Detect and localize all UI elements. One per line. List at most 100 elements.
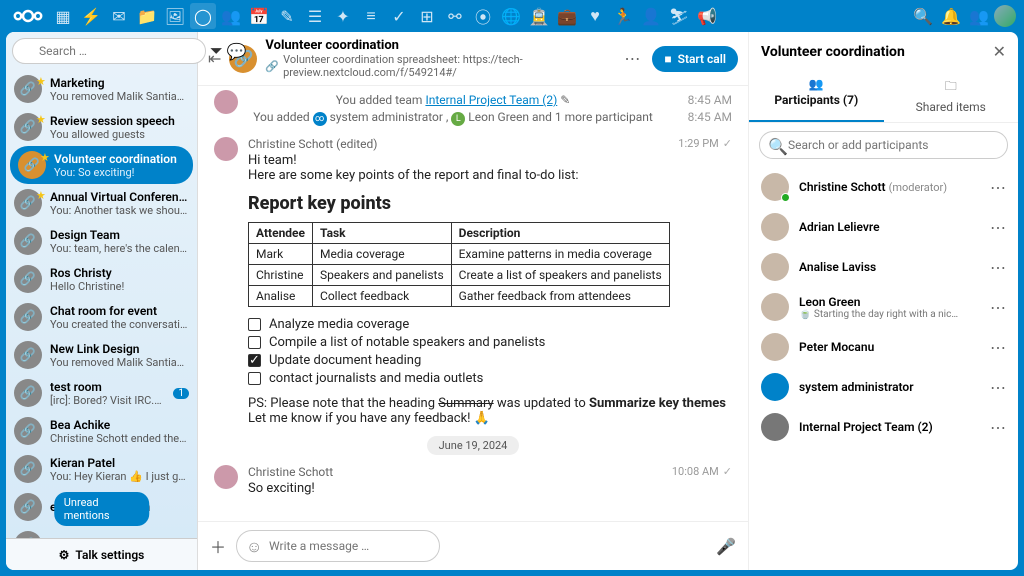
talk-settings-button[interactable]: ⚙ Talk settings	[6, 538, 197, 570]
start-call-button[interactable]: ■ Start call	[652, 46, 738, 72]
link-icon[interactable]: ⚯	[442, 3, 468, 29]
more-icon[interactable]: ⋯	[990, 258, 1006, 277]
transit-icon[interactable]: 🚊	[526, 3, 552, 29]
conversation-avatar: 🔗	[14, 417, 42, 445]
conversation-title: Marketing	[50, 76, 189, 90]
deck-icon[interactable]: ☰	[302, 3, 328, 29]
message-input[interactable]	[236, 530, 440, 562]
todo-label: contact journalists and media outlets	[269, 371, 483, 386]
conversation-title: Annual Virtual Conference	[50, 190, 189, 204]
participant-item[interactable]: Adrian Lelievre ⋯	[755, 207, 1012, 247]
participant-item[interactable]: Analise Laviss ⋯	[755, 247, 1012, 287]
conversation-search-input[interactable]	[12, 38, 206, 64]
close-icon[interactable]: ✕	[993, 42, 1006, 61]
globe-icon[interactable]: 🌐	[498, 3, 524, 29]
list-icon[interactable]: ≡	[358, 3, 384, 29]
conversation-item[interactable]: 🔗★ Annual Virtual Conference You: Anothe…	[6, 184, 197, 222]
checkbox-icon[interactable]: ✓	[248, 354, 261, 367]
more-icon[interactable]: ⋯	[990, 418, 1006, 437]
checkbox-icon[interactable]	[248, 336, 261, 349]
mail-icon[interactable]: ✉	[106, 3, 132, 29]
tables-icon[interactable]: ⊞	[414, 3, 440, 29]
new-chat-icon[interactable]: 💬	[227, 40, 247, 62]
user-icon[interactable]: 👤	[638, 3, 664, 29]
maps-icon[interactable]: ⦿	[470, 3, 496, 29]
conversation-item[interactable]: 🔗 Bea Achike Christine Schott ended the…	[6, 412, 197, 450]
conversation-item[interactable]: 🔗 test room [irc]: Bored? Visit IRC.… 1	[6, 374, 197, 412]
conversation-item[interactable]: 🔗 Ros Christy Hello Christine!	[6, 260, 197, 298]
mic-icon[interactable]: 🎤	[716, 537, 736, 556]
conversation-item[interactable]: 🔗★ Marketing You removed Malik Santia…	[6, 70, 197, 108]
message-author: Christine Schott	[248, 465, 662, 479]
work-icon[interactable]: 💼	[554, 3, 580, 29]
team-link[interactable]: Internal Project Team (2)	[425, 93, 557, 107]
conversation-item[interactable]: 🔗★ Review session speech You allowed gue…	[6, 108, 197, 146]
message-text: Let me know if you have any feedback! 🙏	[248, 411, 732, 426]
todo-item[interactable]: Analyze media coverage	[248, 317, 732, 332]
todo-item[interactable]: contact journalists and media outlets	[248, 371, 732, 386]
todo-item[interactable]: Compile a list of notable speakers and p…	[248, 335, 732, 350]
participant-avatar	[761, 253, 789, 281]
more-icon[interactable]: ⋯	[990, 338, 1006, 357]
participant-item[interactable]: Christine Schott (moderator) ⋯	[755, 167, 1012, 207]
emoji-icon[interactable]: ☺	[246, 537, 262, 557]
participant-item[interactable]: system administrator ⋯	[755, 367, 1012, 407]
nextcloud-logo[interactable]	[8, 8, 48, 24]
participant-list: Christine Schott (moderator) ⋯ Adrian Le…	[749, 167, 1018, 447]
conversation-item[interactable]: 🔗 Chat room for event You created the co…	[6, 298, 197, 336]
participant-name: Leon Green	[799, 295, 959, 309]
conversation-avatar: 🔗	[14, 493, 42, 521]
more-icon[interactable]: ⋯	[990, 378, 1006, 397]
checkbox-icon[interactable]	[248, 372, 261, 385]
participant-search-input[interactable]	[759, 131, 1008, 159]
conversation-item[interactable]: 🔗★ Volunteer coordination You: So exciti…	[10, 146, 193, 184]
participant-avatar	[761, 213, 789, 241]
health-icon[interactable]: ♥	[582, 3, 608, 29]
conversation-item[interactable]: 🔗 Kieran Patel You: Hey Kieran 👍 I just …	[6, 450, 197, 488]
search-icon[interactable]: 🔍	[910, 3, 936, 29]
participant-item[interactable]: Leon Green🍵 Starting the day right with …	[755, 287, 1012, 327]
files-icon[interactable]: 📁	[134, 3, 160, 29]
conversation-avatar: 🔗	[14, 303, 42, 331]
report-table: AttendeeTaskDescription MarkMedia covera…	[248, 222, 670, 307]
message-text: So exciting!	[248, 481, 732, 496]
bell-icon[interactable]: 🔔	[938, 3, 964, 29]
user-avatar[interactable]	[994, 5, 1016, 27]
tab-participants[interactable]: 👥 Participants (7)	[749, 71, 884, 122]
tasks-icon[interactable]: ✓	[386, 3, 412, 29]
tab-shared-items[interactable]: 🗀 Shared items	[884, 71, 1019, 122]
calendar-icon[interactable]: 📅	[246, 3, 272, 29]
participant-name: Adrian Lelievre	[799, 220, 880, 234]
more-icon[interactable]: ⋯	[990, 218, 1006, 237]
conversation-subtitle: You created the conversati…	[50, 318, 189, 331]
todo-item[interactable]: ✓Update document heading	[248, 353, 732, 368]
talk-icon[interactable]: ◯	[190, 3, 216, 29]
photos-icon[interactable]: 🖼	[162, 3, 188, 29]
activity-icon[interactable]: 🏃	[610, 3, 636, 29]
announce-icon[interactable]: 📢	[694, 3, 720, 29]
conversation-subtitle: You allowed guests	[50, 128, 189, 141]
participant-item[interactable]: Internal Project Team (2) ⋯	[755, 407, 1012, 447]
notes-icon[interactable]: ✎	[274, 3, 300, 29]
conversation-item[interactable]: 🔗 Design Team You: team, here's the cale…	[6, 222, 197, 260]
bolt-icon[interactable]: ⚡	[78, 3, 104, 29]
unread-mentions-pill[interactable]: Unread mentions	[54, 492, 150, 526]
system-message: You added team Internal Project Team (2)…	[248, 93, 658, 107]
filter-icon[interactable]: ⏷	[210, 40, 223, 62]
ski-icon[interactable]: ⛷	[666, 3, 692, 29]
conversation-title: Volunteer coordination	[54, 152, 185, 166]
star-icon[interactable]: ✦	[330, 3, 356, 29]
check-icon: ✓	[723, 137, 732, 150]
more-icon[interactable]: ⋯	[990, 178, 1006, 197]
contacts-menu-icon[interactable]: 👥	[966, 3, 992, 29]
checkbox-icon[interactable]	[248, 318, 261, 331]
conversation-item[interactable]: 🔗 New Link Design You removed Malik Sant…	[6, 336, 197, 374]
conversation-item[interactable]: 🔗 Networking lunch	[6, 526, 197, 538]
more-options-icon[interactable]: ⋯	[620, 45, 644, 72]
details-title: Volunteer coordination	[761, 44, 993, 60]
participant-item[interactable]: Peter Mocanu ⋯	[755, 327, 1012, 367]
contacts-icon[interactable]: 👥	[218, 3, 244, 29]
attach-icon[interactable]: ＋	[210, 534, 226, 558]
dashboard-icon[interactable]: ▦	[50, 3, 76, 29]
more-icon[interactable]: ⋯	[990, 298, 1006, 317]
